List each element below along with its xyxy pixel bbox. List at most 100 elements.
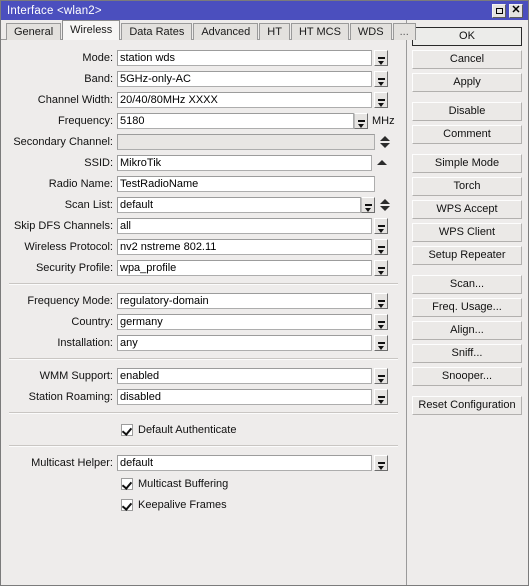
mode-input[interactable]: station wds bbox=[117, 49, 372, 66]
divider-2 bbox=[9, 358, 398, 360]
mode-label: Mode: bbox=[82, 51, 113, 64]
multicast-buffering-checkbox[interactable] bbox=[121, 477, 133, 490]
action-button-column: OK Cancel Apply Disable Comment Simple M… bbox=[407, 20, 528, 585]
installation-input[interactable]: any bbox=[117, 334, 372, 351]
row-skip-dfs-channels: Skip DFS Channels: all bbox=[1, 215, 406, 236]
maximize-icon[interactable] bbox=[492, 3, 506, 18]
tab-general[interactable]: General bbox=[6, 23, 62, 40]
row-mode: Mode: station wds bbox=[1, 47, 406, 68]
snooper-button[interactable]: Snooper... bbox=[412, 367, 522, 386]
row-ssid: SSID: MikroTik bbox=[1, 152, 406, 173]
wps-client-button[interactable]: WPS Client bbox=[412, 223, 522, 242]
ssid-label: SSID: bbox=[84, 156, 113, 169]
band-chevron-down-icon[interactable] bbox=[374, 70, 388, 87]
keepalive-frames-checkbox[interactable] bbox=[121, 498, 133, 511]
freq-usage-button[interactable]: Freq. Usage... bbox=[412, 298, 522, 317]
wmm-support-input[interactable]: enabled bbox=[117, 367, 372, 384]
wireless-settings-form: Mode: station wds Band: 5GHz-only-AC Cha… bbox=[1, 40, 406, 585]
country-input[interactable]: germany bbox=[117, 313, 372, 330]
country-chevron-down-icon[interactable] bbox=[374, 313, 388, 330]
station-roaming-input[interactable]: disabled bbox=[117, 388, 372, 405]
ssid-caret-up-icon[interactable] bbox=[377, 155, 387, 171]
frequency-chevron-down-icon[interactable] bbox=[354, 112, 368, 129]
tab-data-rates[interactable]: Data Rates bbox=[121, 23, 193, 40]
simple-mode-button[interactable]: Simple Mode bbox=[412, 154, 522, 173]
row-country: Country: germany bbox=[1, 311, 406, 332]
reset-configuration-button[interactable]: Reset Configuration bbox=[412, 396, 522, 415]
skip-dfs-channels-chevron-down-icon[interactable] bbox=[374, 217, 388, 234]
station-roaming-chevron-down-icon[interactable] bbox=[374, 388, 388, 405]
multicast-helper-input[interactable]: default bbox=[117, 454, 372, 471]
row-wmm-support: WMM Support: enabled bbox=[1, 365, 406, 386]
close-icon[interactable]: ✕ bbox=[509, 3, 523, 18]
tab-more[interactable]: ... bbox=[392, 23, 416, 40]
secondary-channel-spinner-icon[interactable] bbox=[380, 134, 390, 150]
row-multicast-buffering[interactable]: Multicast Buffering bbox=[1, 473, 406, 494]
secondary-channel-input[interactable] bbox=[117, 133, 375, 150]
wireless-protocol-input[interactable]: nv2 nstreme 802.11 bbox=[117, 238, 372, 255]
dialog-body: General Wireless Data Rates Advanced HT … bbox=[1, 20, 528, 585]
row-wireless-protocol: Wireless Protocol: nv2 nstreme 802.11 bbox=[1, 236, 406, 257]
frequency-label: Frequency: bbox=[57, 114, 113, 127]
multicast-helper-chevron-down-icon[interactable] bbox=[374, 454, 388, 471]
row-band: Band: 5GHz-only-AC bbox=[1, 68, 406, 89]
mode-chevron-down-icon[interactable] bbox=[374, 49, 388, 66]
radio-name-input[interactable]: TestRadioName bbox=[117, 175, 375, 192]
ssid-input[interactable]: MikroTik bbox=[117, 154, 372, 171]
default-authenticate-label: Default Authenticate bbox=[138, 423, 237, 436]
scan-list-chevron-down-icon[interactable] bbox=[361, 196, 375, 213]
station-roaming-label: Station Roaming: bbox=[28, 390, 113, 403]
row-station-roaming: Station Roaming: disabled bbox=[1, 386, 406, 407]
row-frequency-mode: Frequency Mode: regulatory-domain bbox=[1, 290, 406, 311]
channel-width-label: Channel Width: bbox=[37, 93, 113, 106]
row-secondary-channel: Secondary Channel: bbox=[1, 131, 406, 152]
tab-ht[interactable]: HT bbox=[259, 23, 290, 40]
ok-button[interactable]: OK bbox=[412, 27, 522, 46]
wireless-protocol-label: Wireless Protocol: bbox=[24, 240, 113, 253]
row-keepalive-frames[interactable]: Keepalive Frames bbox=[1, 494, 406, 515]
row-default-authenticate[interactable]: Default Authenticate bbox=[1, 419, 406, 440]
title-bar: Interface <wlan2> ✕ bbox=[1, 1, 528, 20]
security-profile-chevron-down-icon[interactable] bbox=[374, 259, 388, 276]
frequency-input[interactable]: 5180 bbox=[117, 112, 354, 129]
wmm-support-chevron-down-icon[interactable] bbox=[374, 367, 388, 384]
frequency-mode-chevron-down-icon[interactable] bbox=[374, 292, 388, 309]
tab-ht-mcs[interactable]: HT MCS bbox=[290, 23, 349, 40]
tab-wireless[interactable]: Wireless bbox=[62, 20, 121, 40]
row-installation: Installation: any bbox=[1, 332, 406, 353]
divider-4 bbox=[9, 445, 398, 447]
row-channel-width: Channel Width: 20/40/80MHz XXXX bbox=[1, 89, 406, 110]
divider-1 bbox=[9, 283, 398, 285]
installation-chevron-down-icon[interactable] bbox=[374, 334, 388, 351]
sniff-button[interactable]: Sniff... bbox=[412, 344, 522, 363]
tab-wds[interactable]: WDS bbox=[349, 23, 392, 40]
form-column: General Wireless Data Rates Advanced HT … bbox=[1, 20, 416, 585]
tab-advanced[interactable]: Advanced bbox=[193, 23, 259, 40]
band-input[interactable]: 5GHz-only-AC bbox=[117, 70, 372, 87]
scan-list-input[interactable]: default bbox=[117, 196, 361, 213]
scan-list-label: Scan List: bbox=[64, 198, 113, 211]
default-authenticate-checkbox[interactable] bbox=[121, 423, 133, 436]
channel-width-chevron-down-icon[interactable] bbox=[374, 91, 388, 108]
secondary-channel-label: Secondary Channel: bbox=[13, 135, 113, 148]
cancel-button[interactable]: Cancel bbox=[412, 50, 522, 69]
frequency-mode-label: Frequency Mode: bbox=[27, 294, 113, 307]
apply-button[interactable]: Apply bbox=[412, 73, 522, 92]
frequency-mode-input[interactable]: regulatory-domain bbox=[117, 292, 372, 309]
align-button[interactable]: Align... bbox=[412, 321, 522, 340]
scan-button[interactable]: Scan... bbox=[412, 275, 522, 294]
scan-list-spinner-icon[interactable] bbox=[380, 197, 390, 213]
security-profile-input[interactable]: wpa_profile bbox=[117, 259, 372, 276]
multicast-helper-label: Multicast Helper: bbox=[31, 456, 113, 469]
row-scan-list: Scan List: default bbox=[1, 194, 406, 215]
disable-button[interactable]: Disable bbox=[412, 102, 522, 121]
skip-dfs-channels-input[interactable]: all bbox=[117, 217, 372, 234]
channel-width-input[interactable]: 20/40/80MHz XXXX bbox=[117, 91, 372, 108]
window-controls: ✕ bbox=[492, 3, 526, 18]
wireless-protocol-chevron-down-icon[interactable] bbox=[374, 238, 388, 255]
comment-button[interactable]: Comment bbox=[412, 125, 522, 144]
setup-repeater-button[interactable]: Setup Repeater bbox=[412, 246, 522, 265]
window-title: Interface <wlan2> bbox=[7, 4, 102, 17]
wps-accept-button[interactable]: WPS Accept bbox=[412, 200, 522, 219]
torch-button[interactable]: Torch bbox=[412, 177, 522, 196]
